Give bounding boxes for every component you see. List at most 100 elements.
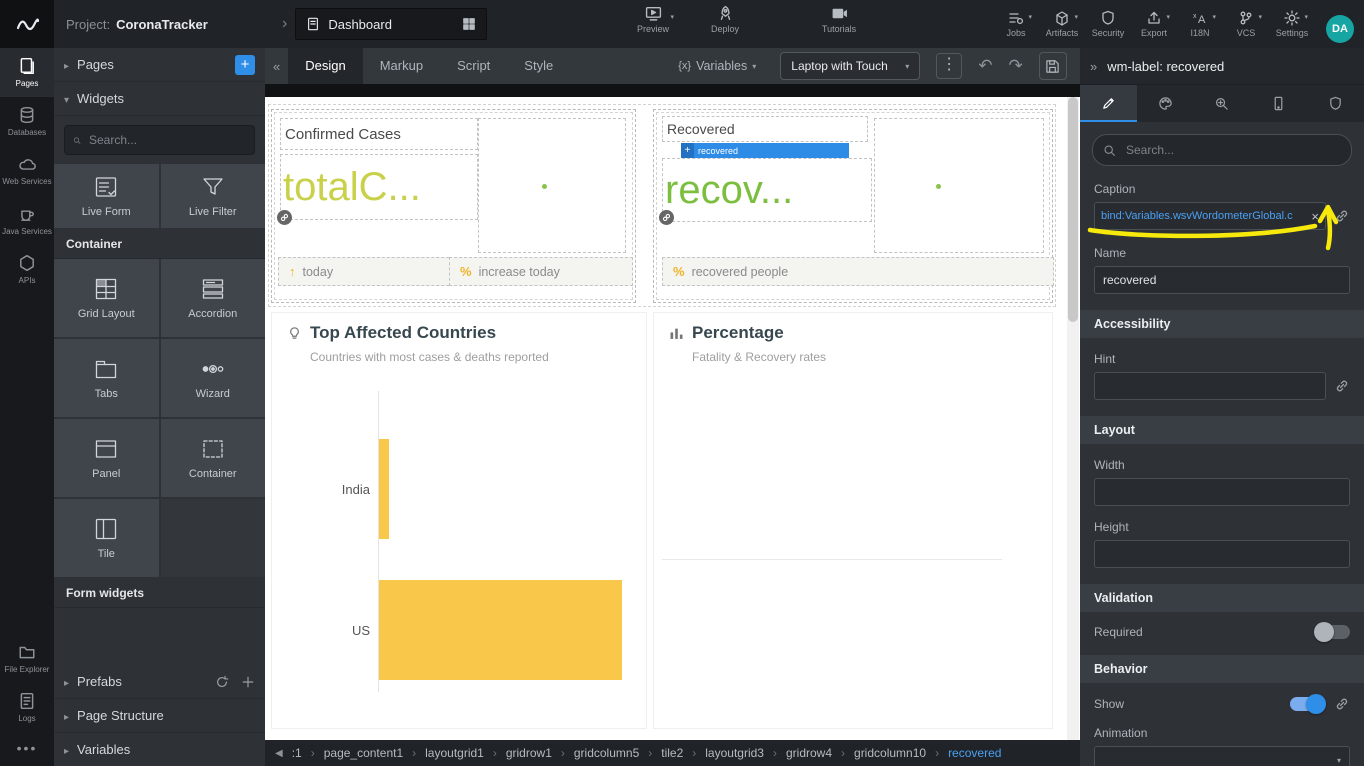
widget-panel[interactable]: Panel [54,419,159,497]
breadcrumb-item-tile2[interactable]: tile2 [661,746,683,760]
widget-live-form[interactable]: Live Form [54,164,159,228]
breadcrumb-item-recovered[interactable]: recovered [948,746,1001,760]
empty-column-outline[interactable] [478,118,626,253]
caption-field[interactable]: bind:Variables.wsvWordometerGlobal.c × [1094,202,1326,230]
widget-wizard[interactable]: Wizard [161,339,266,417]
artifacts-button[interactable]: Artifacts [1044,5,1080,38]
bar-india[interactable] [379,439,389,539]
tab-script[interactable]: Script [440,48,507,84]
sidebar-item-databases[interactable]: Databases [0,97,54,146]
label-recovered-people[interactable]: % recovered people [662,257,1054,286]
widget-accordion[interactable]: Accordion [161,259,266,337]
device-select[interactable]: Laptop with Touch ▾ [780,52,920,80]
show-toggle[interactable] [1290,697,1324,711]
sidebar-item-java-services[interactable]: Java Services [0,196,54,245]
breadcrumb-item-root[interactable]: :1 [292,746,302,760]
tab-style[interactable]: Style [507,48,570,84]
bind-link-icon[interactable] [659,210,674,225]
deploy-button[interactable]: Deploy [702,5,748,34]
bind-link-icon[interactable] [1334,378,1350,394]
tab-inspect[interactable] [1194,85,1251,122]
chevron-right-icon[interactable]: › [282,15,287,33]
page-structure-section-header[interactable]: Page Structure [54,699,265,733]
collapse-right-panel-icon[interactable]: » [1090,59,1097,74]
bind-link-icon[interactable] [1334,696,1350,712]
variables-button[interactable]: {x} Variables ▾ [678,59,756,73]
vcs-button[interactable]: VCS [1228,5,1264,38]
jobs-button[interactable]: Jobs [998,5,1034,38]
clear-binding-icon[interactable]: × [1311,209,1319,224]
label-recovered-value[interactable]: recov... [662,158,872,222]
label-increase-today[interactable]: % increase today [449,257,633,286]
height-field[interactable] [1094,540,1350,568]
card-percentage[interactable]: Percentage Fatality & Recovery rates [653,312,1053,729]
tab-devices[interactable] [1250,85,1307,122]
save-button[interactable] [1039,52,1067,80]
breadcrumb-item-page-content[interactable]: page_content1 [324,746,403,760]
breadcrumb-item-layoutgrid3[interactable]: layoutgrid3 [705,746,764,760]
drag-handle-icon[interactable]: + [681,143,694,158]
breadcrumb-scroll-left-icon[interactable]: ◀ [275,748,283,759]
empty-column-outline[interactable] [874,118,1044,253]
selection-tag[interactable]: + recovered [681,143,849,158]
sidebar-item-apis[interactable]: APIs [0,245,54,294]
widget-tile[interactable]: Tile [54,499,159,577]
bind-link-icon[interactable] [1334,208,1350,224]
breadcrumb-item-gridcolumn10[interactable]: gridcolumn10 [854,746,926,760]
label-confirmed-cases[interactable]: Confirmed Cases [280,118,478,150]
i18n-button[interactable]: xA I18N [1182,5,1218,38]
widget-search-input[interactable] [87,132,246,148]
tab-design[interactable]: Design [288,48,362,84]
breadcrumb-item-gridrow4[interactable]: gridrow4 [786,746,832,760]
sidebar-item-file-explorer[interactable]: File Explorer [0,634,54,683]
undo-icon[interactable]: ↶ [978,56,992,76]
preview-button[interactable]: Preview [630,5,676,34]
sidebar-item-logs[interactable]: Logs [0,683,54,732]
widget-tabs[interactable]: Tabs [54,339,159,417]
rail-more-icon[interactable]: ••• [0,732,54,766]
tutorials-button[interactable]: Tutorials [816,5,862,34]
breadcrumb-item-layoutgrid1[interactable]: layoutgrid1 [425,746,484,760]
app-logo[interactable] [0,0,54,48]
name-field[interactable] [1094,266,1350,294]
tab-properties[interactable] [1080,85,1137,122]
hint-field[interactable] [1094,372,1326,400]
bound-label-dot[interactable] [542,184,547,189]
add-prefab-icon[interactable] [241,675,255,689]
widget-grid-layout[interactable]: Grid Layout [54,259,159,337]
design-canvas[interactable]: Confirmed Cases totalC... ↑ today % incr… [265,97,1080,740]
widgets-section-header[interactable]: Widgets [54,82,265,116]
prefabs-section-header[interactable]: Prefabs [54,665,265,699]
add-page-button[interactable]: + [235,55,255,75]
more-options-icon[interactable]: ⋮ [936,53,962,79]
breadcrumb-item-gridrow1[interactable]: gridrow1 [506,746,552,760]
bar-us[interactable] [379,580,622,680]
avatar[interactable]: DA [1326,15,1354,43]
tile-confirmed-cases[interactable]: Confirmed Cases totalC... ↑ today % incr… [271,109,636,303]
animation-select[interactable]: ▾ [1094,746,1350,766]
label-today[interactable]: ↑ today [278,257,459,286]
bind-link-icon[interactable] [277,210,292,225]
label-total-cases[interactable]: totalC... [280,154,478,220]
widget-container[interactable]: Container [161,419,266,497]
bound-label-dot[interactable] [936,184,941,189]
width-field[interactable] [1094,478,1350,506]
tab-styles[interactable] [1137,85,1194,122]
collapse-left-panel-icon[interactable]: « [265,59,288,74]
sidebar-item-pages[interactable]: Pages [0,48,54,97]
refresh-icon[interactable] [215,675,229,689]
scrollbar-thumb[interactable] [1068,97,1078,322]
sidebar-item-web-services[interactable]: Web Services [0,146,54,195]
breadcrumb-item-gridcolumn5[interactable]: gridcolumn5 [574,746,639,760]
variables-section-header[interactable]: Variables [54,733,265,766]
properties-search-input[interactable] [1124,142,1341,158]
export-button[interactable]: Export [1136,5,1172,38]
tab-security[interactable] [1307,85,1364,122]
card-top-affected-countries[interactable]: Top Affected Countries Countries with mo… [271,312,647,729]
redo-icon[interactable]: ↷ [1009,56,1023,76]
canvas-scrollbar[interactable] [1067,97,1079,740]
label-recovered-title[interactable]: Recovered [662,116,868,142]
settings-button[interactable]: Settings [1274,5,1310,38]
pages-grid-icon[interactable] [462,17,476,31]
required-toggle[interactable] [1316,625,1350,639]
